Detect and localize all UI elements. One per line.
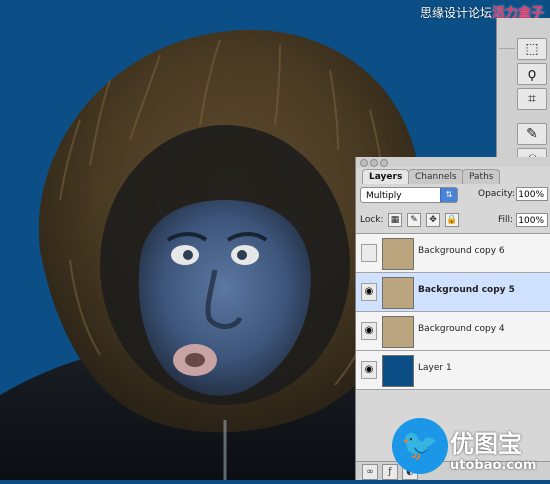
- fill-field[interactable]: 100%: [516, 213, 548, 227]
- marquee-icon[interactable]: ⬚: [517, 38, 547, 60]
- blend-mode-select[interactable]: Multiply ⇅: [360, 187, 458, 203]
- layers-list: Background copy 6 ◉ Background copy 5 ◉ …: [356, 233, 550, 394]
- layer-row[interactable]: ◉ Layer 1: [356, 351, 550, 390]
- crop-icon[interactable]: ⌗: [517, 88, 547, 110]
- layer-thumbnail: [382, 355, 414, 387]
- layer-thumbnail: [382, 238, 414, 270]
- tab-paths[interactable]: Paths: [462, 169, 501, 184]
- chevron-updown-icon: ⇅: [440, 188, 457, 202]
- lock-transparency-icon[interactable]: ▦: [388, 213, 402, 227]
- blend-mode-value: Multiply: [366, 191, 402, 201]
- bird-icon: 🐦: [392, 418, 448, 474]
- tools-panel: ⬚ ϙ ⌗ ✎ ⎌: [496, 18, 550, 178]
- layer-name: Background copy 6: [418, 246, 505, 256]
- layer-thumbnail: [382, 316, 414, 348]
- tool-divider: [499, 48, 515, 49]
- opacity-field[interactable]: 100%: [516, 187, 548, 201]
- logo-url: utobao.com: [450, 458, 537, 473]
- layer-name: Background copy 4: [418, 324, 505, 334]
- eye-icon[interactable]: ◉: [361, 361, 377, 379]
- site-logo: 🐦 优图宝 utobao.com: [392, 418, 550, 480]
- lock-brush-icon[interactable]: ✎: [407, 213, 421, 227]
- opacity-label: Opacity:: [478, 189, 515, 199]
- layer-thumbnail: [382, 277, 414, 309]
- close-icon[interactable]: [360, 159, 368, 167]
- link-icon[interactable]: ∞: [362, 464, 378, 480]
- lock-buttons: ▦ ✎ ✥ 🔒: [388, 213, 459, 227]
- layer-row-selected[interactable]: ◉ Background copy 5: [356, 273, 550, 312]
- lock-label: Lock:: [360, 215, 384, 225]
- layer-name: Background copy 5: [418, 285, 515, 295]
- healing-brush-icon[interactable]: ✎: [517, 123, 547, 145]
- lock-all-icon[interactable]: 🔒: [445, 213, 459, 227]
- watermark-site-cn: 思缘设计论坛: [419, 6, 492, 20]
- eye-icon[interactable]: ◉: [361, 322, 377, 340]
- layers-panel-tabs: Layers Channels Paths: [356, 169, 550, 185]
- logo-site-cn: 优图宝: [450, 430, 522, 458]
- layer-row[interactable]: Background copy 6: [356, 234, 550, 273]
- eye-icon[interactable]: ◉: [361, 283, 377, 301]
- zoom-icon[interactable]: [380, 159, 388, 167]
- lasso-icon[interactable]: ϙ: [517, 63, 547, 85]
- fill-label: Fill:: [498, 215, 514, 225]
- minimize-icon[interactable]: [370, 159, 378, 167]
- layer-row[interactable]: ◉ Background copy 4: [356, 312, 550, 351]
- layers-panel-titlebar: [356, 157, 550, 167]
- lock-move-icon[interactable]: ✥: [426, 213, 440, 227]
- visibility-toggle[interactable]: [361, 244, 377, 262]
- tab-channels[interactable]: Channels: [408, 169, 464, 184]
- tab-layers[interactable]: Layers: [362, 169, 410, 184]
- layer-name: Layer 1: [418, 363, 452, 373]
